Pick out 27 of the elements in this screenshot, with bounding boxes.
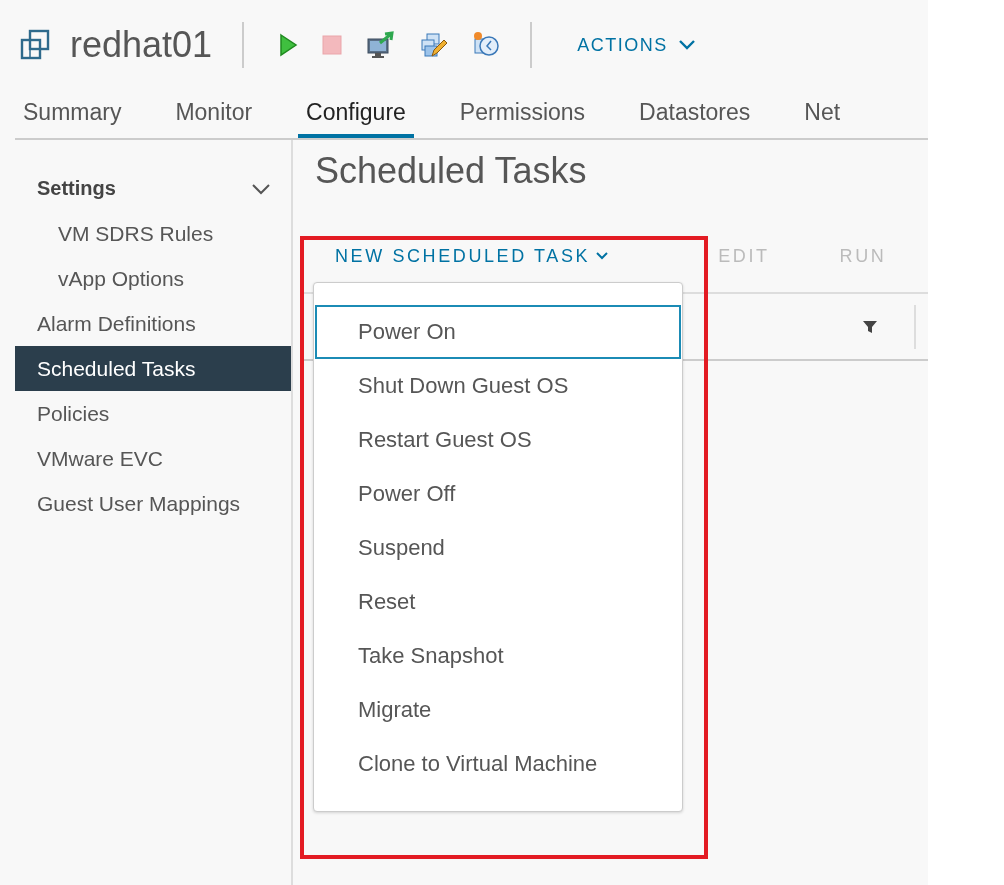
menu-item[interactable]: Migrate — [315, 683, 681, 737]
new-task-dropdown-button[interactable]: NEW SCHEDULED TASK — [335, 245, 609, 267]
tab[interactable]: Monitor — [167, 90, 261, 138]
tab[interactable]: Summary — [15, 90, 130, 138]
menu-item[interactable]: Power On — [315, 305, 681, 359]
sidebar-group-header[interactable]: Settings — [15, 166, 291, 211]
tab[interactable]: Permissions — [451, 90, 594, 138]
menu-item[interactable]: Reset — [315, 575, 681, 629]
menu-item[interactable]: Restart Guest OS — [315, 413, 681, 467]
menu-item[interactable]: Take Snapshot — [315, 629, 681, 683]
page-title: Scheduled Tasks — [314, 149, 588, 193]
tab[interactable]: Configure — [298, 90, 414, 138]
menu-item[interactable]: Power Off — [315, 467, 681, 521]
sidebar-item[interactable]: Scheduled Tasks — [15, 346, 291, 391]
sidebar-item[interactable]: Alarm Definitions — [15, 301, 291, 346]
sidebar-item[interactable]: VM SDRS Rules — [15, 211, 291, 256]
menu-item[interactable]: Clone to Virtual Machine — [315, 737, 681, 791]
sidebar-item[interactable]: vApp Options — [15, 256, 291, 301]
menu-item[interactable]: Shut Down Guest OS — [315, 359, 681, 413]
sidebar-item[interactable]: VMware EVC — [15, 436, 291, 481]
tab[interactable]: Net — [796, 90, 849, 138]
actions-menu-button[interactable]: ACTIONS — [577, 34, 696, 56]
tab[interactable]: Datastores — [631, 90, 759, 138]
sidebar-item[interactable]: Policies — [15, 391, 291, 436]
vm-title: redhat01 — [70, 24, 213, 66]
sidebar-item[interactable]: Guest User Mappings — [15, 481, 291, 526]
menu-item[interactable]: Suspend — [315, 521, 681, 575]
